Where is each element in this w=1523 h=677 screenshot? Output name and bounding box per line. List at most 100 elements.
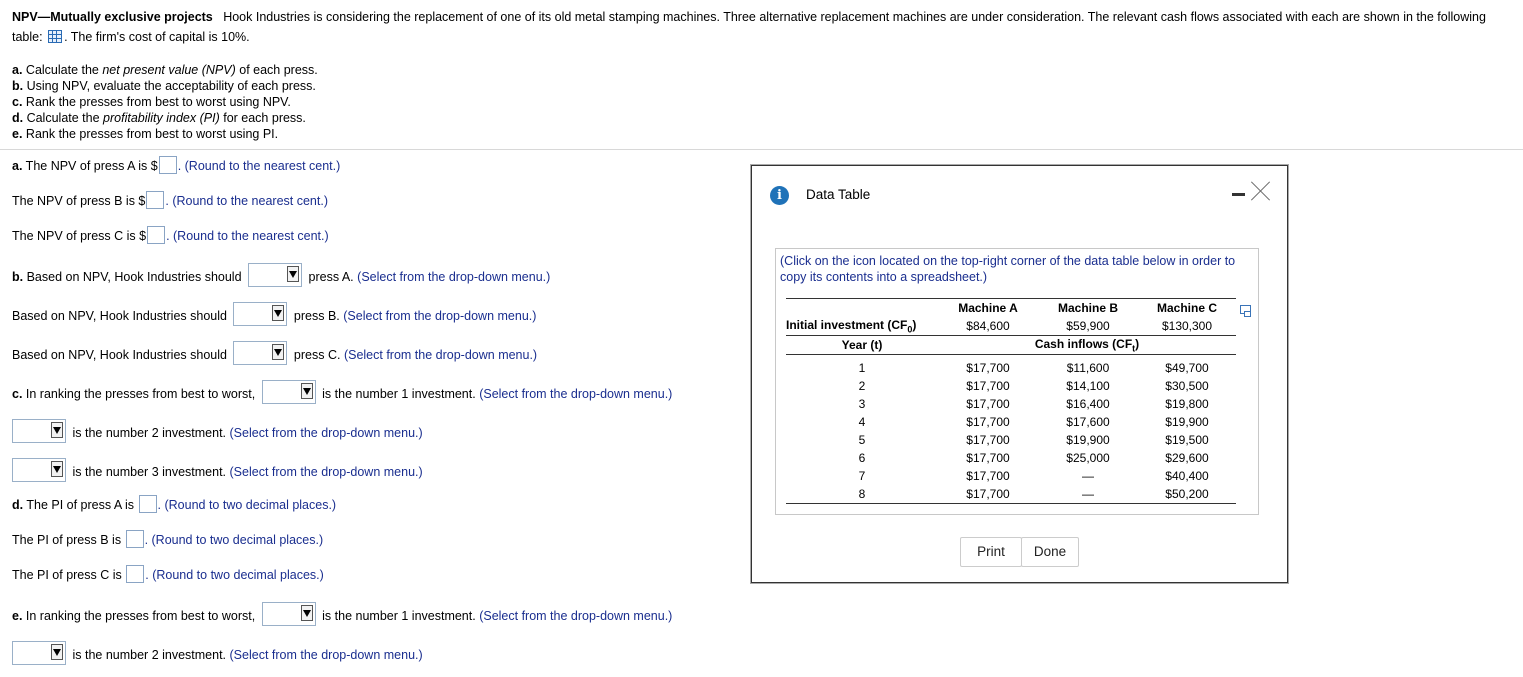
- accept-a-dropdown[interactable]: [248, 263, 303, 287]
- cash-a-cell: $17,700: [938, 485, 1038, 504]
- rank-1-label: is the number 1 investment.: [322, 387, 476, 401]
- dropdown-arrow-icon: [51, 422, 63, 438]
- question-e: e. Rank the presses from best to worst u…: [12, 127, 279, 141]
- copy-to-spreadsheet-icon[interactable]: [1240, 305, 1251, 317]
- cash-c-cell: $40,400: [1165, 469, 1209, 483]
- cash-inflows-header: Cash inflows (CFt): [938, 335, 1236, 355]
- table-row: 1 $17,700 $11,600 $49,700: [786, 359, 1236, 377]
- cash-a-cell: $17,700: [966, 379, 1010, 393]
- year-cell: 3: [858, 397, 866, 411]
- initial-investment-row: Initial investment (CF0) $84,600 $59,900…: [786, 317, 1236, 336]
- npv-b-line: The NPV of press B is $ . (Round to the n…: [12, 191, 328, 211]
- dropdown-arrow-icon: [272, 305, 285, 321]
- done-button[interactable]: Done: [1021, 537, 1079, 567]
- year-cell: 5: [858, 433, 866, 447]
- pi-c-label: The PI of press C is: [12, 568, 122, 582]
- pi-c-line: The PI of press C is . (Round to two dec…: [12, 565, 324, 585]
- npv-rank-3-dropdown[interactable]: [12, 458, 66, 482]
- question-d: d. Calculate the profitability index (PI…: [12, 111, 306, 125]
- table-row: 4 $17,700 $17,600 $19,900: [786, 413, 1236, 431]
- npv-c-input[interactable]: [147, 226, 166, 244]
- year-cell: 2: [858, 379, 866, 393]
- press-a-label: press A.: [308, 270, 354, 284]
- data-table-panel: (Click on the icon located on the top-ri…: [775, 248, 1259, 515]
- dropdown-arrow-icon: [51, 461, 63, 477]
- pi-a-label: d. The PI of press A is: [12, 498, 135, 512]
- minimize-icon[interactable]: [1232, 193, 1245, 196]
- year-cell: 7: [858, 469, 866, 483]
- accept-a-label: b. Based on NPV, Hook Industries should: [12, 270, 242, 284]
- question-b: b. Using NPV, evaluate the acceptability…: [12, 79, 316, 93]
- accept-c-line: Based on NPV, Hook Industries should pre…: [12, 341, 537, 365]
- dialog-title: Data Table: [806, 187, 871, 202]
- pi-rank-2-dropdown[interactable]: [12, 641, 66, 665]
- question-c: c. Rank the presses from best to worst u…: [12, 95, 291, 109]
- table-row: 3 $17,700 $16,400 $19,800: [786, 395, 1236, 413]
- dropdown-arrow-icon: [287, 266, 300, 282]
- data-table-icon[interactable]: [48, 30, 63, 43]
- pi-b-line: The PI of press B is . (Round to two dec…: [12, 530, 323, 550]
- npv-rank-2-dropdown[interactable]: [12, 419, 66, 443]
- cash-a-cell: $17,700: [966, 469, 1010, 483]
- npv-rank-1-line: c. In ranking the presses from best to w…: [12, 380, 672, 404]
- press-b-label: press B.: [293, 309, 340, 323]
- question-a: a. Calculate the net present value (NPV)…: [12, 63, 318, 77]
- round-hint: . (Round to the nearest cent.): [177, 159, 341, 173]
- rank-1-label: is the number 1 investment.: [322, 609, 476, 623]
- year-header: Year (t): [786, 335, 938, 355]
- npv-a-line: a. The NPV of press A is $ . (Round to th…: [12, 156, 340, 176]
- accept-c-dropdown[interactable]: [233, 341, 288, 365]
- print-button[interactable]: Print: [960, 537, 1022, 567]
- table-row: 8 $17,700 — $50,200: [786, 485, 1236, 504]
- cash-a-cell: $17,700: [966, 451, 1010, 465]
- table-row: 6 $17,700 $25,000 $29,600: [786, 449, 1236, 467]
- round-hint: . (Round to the nearest cent.): [165, 194, 328, 208]
- pi-rank-1-dropdown[interactable]: [261, 602, 316, 626]
- pi-rank-label: e. In ranking the presses from best to w…: [12, 609, 256, 623]
- pi-a-input[interactable]: [138, 495, 157, 513]
- rank-2-label: is the number 2 investment.: [72, 648, 227, 662]
- select-hint: (Select from the drop-down menu.): [343, 348, 538, 362]
- cash-b-cell: $16,400: [1066, 397, 1110, 411]
- pi-a-line: d. The PI of press A is . (Round to two …: [12, 495, 336, 515]
- problem-title: NPV—Mutually exclusive projects: [12, 10, 213, 24]
- select-hint: (Select from the drop-down menu.): [479, 387, 673, 401]
- info-icon: i: [770, 186, 789, 205]
- cash-c-cell: $30,500: [1165, 379, 1209, 393]
- machine-c-header: Machine C: [1138, 298, 1236, 317]
- pi-rank-2-line: is the number 2 investment. (Select from…: [12, 641, 423, 665]
- initial-c: $130,300: [1161, 319, 1213, 333]
- pi-c-input[interactable]: [126, 565, 145, 583]
- cash-a-cell: $17,700: [966, 361, 1010, 375]
- accept-a-line: b. Based on NPV, Hook Industries should …: [12, 263, 550, 287]
- initial-b: $59,900: [1066, 319, 1110, 333]
- npv-rank-1-dropdown[interactable]: [261, 380, 316, 404]
- pi-b-input[interactable]: [125, 530, 144, 548]
- select-hint: (Select from the drop-down menu.): [229, 426, 423, 440]
- accept-b-line: Based on NPV, Hook Industries should pre…: [12, 302, 536, 326]
- cash-b-cell: $17,600: [1066, 415, 1110, 429]
- cash-a-cell: $17,700: [966, 397, 1010, 411]
- select-hint: (Select from the drop-down menu.): [229, 465, 423, 479]
- npv-b-input[interactable]: [146, 191, 165, 209]
- cash-b-cell: $19,900: [1066, 433, 1110, 447]
- table-row: 5 $17,700 $19,900 $19,500: [786, 431, 1236, 449]
- round-two-hint: . (Round to two decimal places.): [144, 533, 324, 547]
- cash-c-cell: $19,900: [1165, 415, 1209, 429]
- dropdown-arrow-icon: [300, 383, 313, 399]
- pi-b-label: The PI of press B is: [12, 533, 122, 547]
- close-icon[interactable]: [1250, 180, 1272, 202]
- accept-b-dropdown[interactable]: [233, 302, 288, 326]
- cash-c-cell: $49,700: [1165, 361, 1209, 375]
- npv-a-input[interactable]: [158, 156, 177, 174]
- machine-header-row: Machine A Machine B Machine C: [786, 298, 1236, 317]
- table-row: 7 $17,700 — $40,400: [786, 467, 1236, 485]
- problem-text-cost: . The firm's cost of capital is 10%.: [64, 30, 250, 44]
- question-list: a. Calculate the net present value (NPV)…: [12, 62, 318, 142]
- table-row: 2 $17,700 $14,100 $30,500: [786, 377, 1236, 395]
- cash-b-cell: $14,100: [1066, 379, 1110, 393]
- dropdown-arrow-icon: [300, 605, 313, 621]
- npv-rank-label: c. In ranking the presses from best to w…: [12, 387, 256, 401]
- data-table-dialog: i Data Table (Click on the icon located …: [751, 165, 1288, 583]
- year-cell: 6: [858, 451, 866, 465]
